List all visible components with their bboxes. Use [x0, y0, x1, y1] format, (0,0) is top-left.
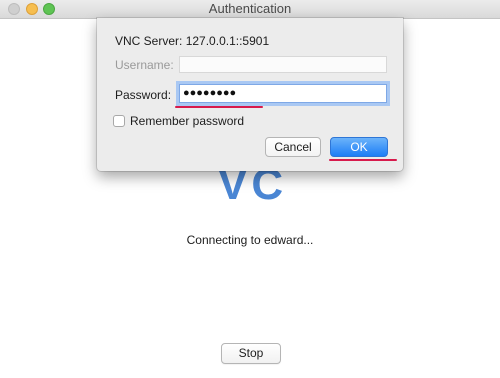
remember-password-checkbox[interactable] [113, 115, 125, 127]
connection-status-text: Connecting to edward... [186, 233, 314, 247]
username-field[interactable] [179, 56, 387, 73]
authentication-dialog: VNC Server: 127.0.0.1::5901 Username: Pa… [97, 18, 403, 171]
ok-annotation-underline [329, 159, 397, 161]
vnc-server-address: 127.0.0.1::5901 [185, 34, 270, 48]
vnc-server-info: VNC Server: 127.0.0.1::5901 [115, 34, 269, 48]
window-title: Authentication [208, 1, 292, 16]
username-label: Username: [115, 58, 174, 72]
remember-password-label: Remember password [130, 114, 245, 128]
title-bar: Authentication [0, 0, 500, 19]
vnc-server-label: VNC Server: [115, 34, 183, 48]
cancel-button[interactable]: Cancel [265, 137, 321, 157]
password-annotation-underline [175, 106, 263, 108]
ok-button[interactable]: OK [330, 137, 388, 157]
stop-button[interactable]: Stop [221, 343, 281, 364]
password-label: Password: [115, 88, 172, 102]
password-field[interactable]: ●●●●●●●● [179, 84, 387, 103]
